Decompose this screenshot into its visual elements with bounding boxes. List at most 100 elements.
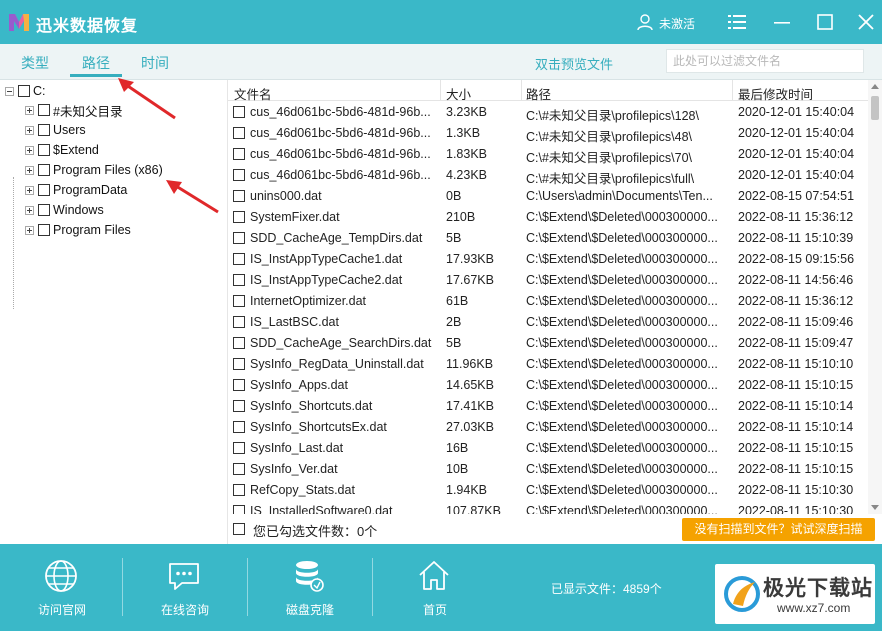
file-row[interactable]: RefCopy_Stats.dat 1.94KB C:\$Extend\$Delet… bbox=[228, 480, 868, 501]
tree-checkbox[interactable] bbox=[38, 184, 50, 196]
file-checkbox[interactable] bbox=[233, 442, 245, 454]
user-icon[interactable] bbox=[636, 13, 654, 31]
file-size-cell: 61B bbox=[446, 294, 469, 308]
file-row[interactable]: IS_InstAppTypeCache2.dat 17.67KB C:\$Exten… bbox=[228, 270, 868, 291]
file-row[interactable]: IS_LastBSC.dat 2B C:\$Extend\$Deleted\0003… bbox=[228, 312, 868, 333]
file-row[interactable]: SysInfo_Apps.dat 14.65KB C:\$Extend\$Delet… bbox=[228, 375, 868, 396]
close-icon[interactable] bbox=[855, 11, 877, 33]
file-modified-cell: 2022-08-11 15:10:15 bbox=[738, 462, 854, 476]
file-checkbox[interactable] bbox=[233, 295, 245, 307]
file-path-cell: C:\$Extend\$Deleted\000300000... bbox=[526, 336, 718, 350]
scroll-down-icon[interactable] bbox=[871, 505, 879, 510]
file-row[interactable]: SysInfo_ShortcutsEx.dat 27.03KB C:\$Extend… bbox=[228, 417, 868, 438]
footer-bar: 访问官网 在线咨询 磁盘克隆 首页 已显示文件：4859个 极光下载站 www.… bbox=[0, 544, 882, 631]
file-checkbox[interactable] bbox=[233, 190, 245, 202]
file-row[interactable]: SysInfo_Ver.dat 10B C:\$Extend\$Deleted\00… bbox=[228, 459, 868, 480]
tree-checkbox[interactable] bbox=[38, 124, 50, 136]
file-checkbox[interactable] bbox=[233, 379, 245, 391]
online-consult-button[interactable]: 在线咨询 bbox=[123, 544, 247, 631]
column-header-size[interactable]: 大小 bbox=[446, 84, 471, 103]
expand-icon[interactable] bbox=[25, 225, 34, 235]
scroll-thumb[interactable] bbox=[871, 96, 879, 120]
tab-type[interactable]: 类型 bbox=[21, 53, 49, 73]
tree-checkbox[interactable] bbox=[38, 144, 50, 156]
file-name-cell: InternetOptimizer.dat bbox=[250, 294, 367, 308]
home-button[interactable]: 首页 bbox=[373, 544, 497, 631]
column-header-modified[interactable]: 最后修改时间 bbox=[738, 84, 813, 103]
file-checkbox[interactable] bbox=[233, 253, 245, 265]
file-row[interactable]: cus_46d061bc-5bd6-481d-96b... 1.3KB C:\#未知… bbox=[228, 123, 868, 144]
file-row[interactable]: IS_InstalledSoftware0.dat 107.87KB C:\$Ext… bbox=[228, 501, 868, 514]
preview-hint-link[interactable]: 双击预览文件 bbox=[535, 54, 613, 73]
expand-icon[interactable] bbox=[25, 165, 34, 175]
filename-filter-input[interactable] bbox=[666, 49, 864, 73]
file-path-cell: C:\#未知父目录\profilepics\full\ bbox=[526, 172, 695, 186]
vertical-scrollbar[interactable] bbox=[868, 80, 882, 514]
select-all-checkbox[interactable] bbox=[233, 523, 245, 535]
deep-scan-button[interactable]: 没有扫描到文件？试试深度扫描 bbox=[682, 518, 875, 541]
file-checkbox[interactable] bbox=[233, 421, 245, 433]
tree-checkbox[interactable] bbox=[18, 85, 30, 97]
expand-icon[interactable] bbox=[25, 205, 34, 215]
tree-node-label: Program Files bbox=[53, 223, 131, 237]
expand-icon[interactable] bbox=[25, 125, 34, 135]
file-checkbox[interactable] bbox=[233, 274, 245, 286]
tree-checkbox[interactable] bbox=[38, 204, 50, 216]
expand-icon[interactable] bbox=[25, 185, 34, 195]
file-checkbox[interactable] bbox=[233, 316, 245, 328]
column-divider[interactable] bbox=[732, 80, 733, 101]
file-name-cell: cus_46d061bc-5bd6-481d-96b... bbox=[250, 147, 431, 161]
scroll-up-icon[interactable] bbox=[871, 84, 879, 89]
column-divider[interactable] bbox=[440, 80, 441, 101]
file-checkbox[interactable] bbox=[233, 169, 245, 181]
column-header-name[interactable]: 文件名 bbox=[234, 84, 272, 103]
file-checkbox[interactable] bbox=[233, 106, 245, 118]
tree-checkbox[interactable] bbox=[38, 104, 50, 116]
file-row[interactable]: SDD_CacheAge_SearchDirs.dat 5B C:\$Extend\… bbox=[228, 333, 868, 354]
file-row[interactable]: unins000.dat 0B C:\Users\admin\Documents\T… bbox=[228, 186, 868, 207]
file-checkbox[interactable] bbox=[233, 358, 245, 370]
activation-status[interactable]: 未激活 bbox=[659, 15, 695, 32]
file-row[interactable]: cus_46d061bc-5bd6-481d-96b... 1.83KB C:\#未… bbox=[228, 144, 868, 165]
tree-node[interactable]: #未知父目录 bbox=[25, 101, 122, 119]
file-row[interactable]: SystemFixer.dat 210B C:\$Extend\$Deleted\0… bbox=[228, 207, 868, 228]
tree-node[interactable]: Program Files bbox=[25, 221, 131, 239]
tab-path[interactable]: 路径 bbox=[82, 53, 110, 73]
file-row[interactable]: InternetOptimizer.dat 61B C:\$Extend\$Dele… bbox=[228, 291, 868, 312]
file-row[interactable]: IS_InstAppTypeCache1.dat 17.93KB C:\$Exten… bbox=[228, 249, 868, 270]
expand-icon[interactable] bbox=[25, 105, 34, 115]
file-checkbox[interactable] bbox=[233, 148, 245, 160]
file-size-cell: 4.23KB bbox=[446, 168, 488, 182]
file-row[interactable]: cus_46d061bc-5bd6-481d-96b... 4.23KB C:\#未… bbox=[228, 165, 868, 186]
tree-node[interactable]: $Extend bbox=[25, 141, 99, 159]
maximize-icon[interactable] bbox=[814, 11, 836, 33]
file-size-cell: 3.23KB bbox=[446, 105, 488, 119]
file-list: 文件名 大小 路径 最后修改时间 cus_46d061bc-5bd6-481d-… bbox=[228, 80, 868, 514]
disk-clone-button[interactable]: 磁盘克隆 bbox=[248, 544, 372, 631]
file-checkbox[interactable] bbox=[233, 505, 245, 514]
file-checkbox[interactable] bbox=[233, 337, 245, 349]
column-header-path[interactable]: 路径 bbox=[526, 84, 551, 103]
column-divider[interactable] bbox=[521, 80, 522, 101]
file-checkbox[interactable] bbox=[233, 211, 245, 223]
file-checkbox[interactable] bbox=[233, 400, 245, 412]
tree-node[interactable]: Users bbox=[25, 121, 86, 139]
minimize-icon[interactable] bbox=[771, 11, 793, 33]
tree-checkbox[interactable] bbox=[38, 224, 50, 236]
file-row[interactable]: SysInfo_Shortcuts.dat 17.41KB C:\$Extend\$… bbox=[228, 396, 868, 417]
expand-icon[interactable] bbox=[25, 145, 34, 155]
collapse-icon[interactable] bbox=[5, 86, 14, 96]
file-checkbox[interactable] bbox=[233, 127, 245, 139]
tree-node[interactable]: Windows bbox=[25, 201, 104, 219]
visit-website-button[interactable]: 访问官网 bbox=[0, 544, 124, 631]
file-row[interactable]: cus_46d061bc-5bd6-481d-96b... 3.23KB C:\#未… bbox=[228, 102, 868, 123]
tree-node-root[interactable]: C: bbox=[5, 82, 46, 100]
file-row[interactable]: SysInfo_RegData_Uninstall.dat 11.96KB C:\$… bbox=[228, 354, 868, 375]
file-checkbox[interactable] bbox=[233, 484, 245, 496]
file-row[interactable]: SDD_CacheAge_TempDirs.dat 5B C:\$Extend\$D… bbox=[228, 228, 868, 249]
file-row[interactable]: SysInfo_Last.dat 16B C:\$Extend\$Deleted\0… bbox=[228, 438, 868, 459]
menu-icon[interactable] bbox=[726, 11, 748, 33]
file-checkbox[interactable] bbox=[233, 463, 245, 475]
file-checkbox[interactable] bbox=[233, 232, 245, 244]
tree-checkbox[interactable] bbox=[38, 164, 50, 176]
